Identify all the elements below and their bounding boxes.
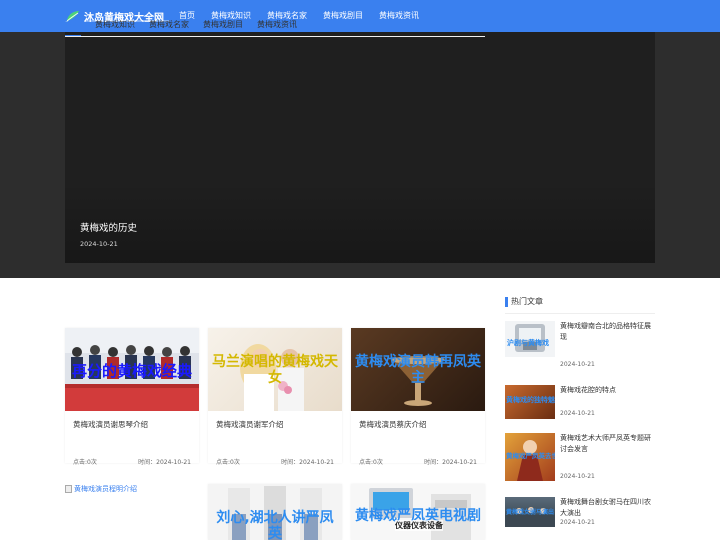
card-time: 时间：2024-10-21 [281,459,334,466]
thumbnail-tag: 仪器仪表设备 [395,520,443,531]
thumbnail-overlay-text: 黄梅戏演员韩再凤英主 [355,354,481,386]
article-card[interactable]: 再分的黄梅戏经典 黄梅戏演员谢思琴介绍 点击:0次 时间：2024-10-21 [65,328,199,466]
category-tabs: 推荐 黄梅戏知识 黄梅戏名家 黄梅戏剧目 黄梅戏资讯 [65,19,311,37]
hero-slide[interactable]: 黄梅戏的历史 2024-10-21 [65,32,655,263]
hero-banner: 黄梅戏的历史 2024-10-21 [0,32,720,278]
broken-image-icon [65,485,72,493]
hot-article-date: 2024-10-21 [560,473,595,480]
card-thumbnail[interactable]: 再分的黄梅戏经典 [65,328,199,411]
tab-news[interactable]: 黄梅戏资讯 [257,19,297,37]
tab-knowledge[interactable]: 黄梅戏知识 [95,19,135,37]
hot-article-title[interactable]: 黄梅戏舞台剧女驸马在四川农大演出 [560,497,655,519]
tab-masters[interactable]: 黄梅戏名家 [149,19,189,37]
nav-repertoire[interactable]: 黄梅戏剧目 [315,0,371,32]
article-card[interactable]: 刘心,湖北人讲严凤英 [208,484,342,540]
hot-article-thumb[interactable]: 黄梅戏严凤英去世 [505,433,555,481]
hot-thumb-text: 黄梅戏女驸马演出 [506,509,555,516]
card-clicks: 点击:0次 [359,459,383,466]
card-title[interactable]: 黄梅戏演员谢军介绍 [216,419,284,430]
card-title[interactable]: 黄梅戏演员谢思琴介绍 [73,419,148,430]
hot-article-date: 2024-10-21 [560,410,595,417]
hot-articles-title: 热门文章 [511,297,543,306]
nav-news[interactable]: 黄梅戏资讯 [371,0,427,32]
card-clicks: 点击:0次 [216,459,240,466]
card-clicks: 点击:0次 [73,459,97,466]
article-card[interactable]: 马兰演唱的黄梅戏天女 黄梅戏演员谢军介绍 点击:0次 时间：2024-10-21 [208,328,342,466]
hot-article-item[interactable]: 黄梅戏严凤英去世 黄梅戏艺术大师严凤英专题研讨会发言 2024-10-21 [505,433,655,483]
hero-date: 2024-10-21 [80,240,118,248]
article-card[interactable]: 黄梅戏演员韩再凤英主 黄梅戏演员蔡庆介绍 点击:0次 时间：2024-10-21 [351,328,485,466]
hero-gradient [65,183,655,263]
article-card[interactable]: 黄梅戏严凤英电视剧 仪器仪表设备 [351,484,485,540]
thumbnail-overlay-text: 再分的黄梅戏经典 [71,362,192,380]
hot-thumb-text: 黄梅戏的独特魅力 [506,396,555,404]
hot-article-item[interactable]: 沪剧与黄梅戏 黄梅戏瓣南合北的品格特征展现 2024-10-21 [505,321,655,371]
hot-article-title[interactable]: 黄梅戏花腔的特点 [560,385,655,396]
sidebar-divider [505,313,655,314]
card-title[interactable]: 黄梅戏演员蔡庆介绍 [359,419,427,430]
hot-article-date: 2024-10-21 [560,519,595,526]
tab-repertoire[interactable]: 黄梅戏剧目 [203,19,243,37]
hot-article-thumb[interactable]: 沪剧与黄梅戏 [505,321,555,357]
thumbnail-overlay-text: 马兰演唱的黄梅戏天女 [212,354,338,386]
hot-article-item[interactable]: 黄梅戏的独特魅力 黄梅戏花腔的特点 2024-10-21 [505,385,655,421]
card-thumbnail[interactable]: 刘心,湖北人讲严凤英 [208,484,342,540]
hero-title[interactable]: 黄梅戏的历史 [80,220,137,234]
card-thumbnail[interactable]: 黄梅戏演员韩再凤英主 [351,328,485,411]
tabs-divider [65,36,485,37]
broken-image-link[interactable]: 黄梅戏演员程明介绍 [65,484,137,494]
hot-article-title[interactable]: 黄梅戏瓣南合北的品格特征展现 [560,321,655,343]
card-thumbnail[interactable]: 黄梅戏严凤英电视剧 仪器仪表设备 [351,484,485,540]
broken-image-alt: 黄梅戏演员程明介绍 [74,485,137,493]
hot-articles-header: 热门文章 [505,296,543,307]
hot-thumb-text: 黄梅戏严凤英去世 [506,452,555,460]
hot-article-thumb[interactable]: 黄梅戏女驸马演出 [505,497,555,527]
hot-article-thumb[interactable]: 黄梅戏的独特魅力 [505,385,555,419]
thumbnail-overlay-text: 刘心,湖北人讲严凤英 [216,510,334,540]
header-accent-bar [505,296,508,307]
hot-article-item[interactable]: 黄梅戏女驸马演出 黄梅戏舞台剧女驸马在四川农大演出 2024-10-21 [505,497,655,537]
hot-article-date: 2024-10-21 [560,361,595,368]
hot-thumb-text: 沪剧与黄梅戏 [507,339,549,347]
card-time: 时间：2024-10-21 [138,459,191,466]
hot-article-title[interactable]: 黄梅戏艺术大师严凤英专题研讨会发言 [560,433,655,455]
card-thumbnail[interactable]: 马兰演唱的黄梅戏天女 [208,328,342,411]
tab-recommend[interactable]: 推荐 [65,19,81,37]
card-time: 时间：2024-10-21 [424,459,477,466]
